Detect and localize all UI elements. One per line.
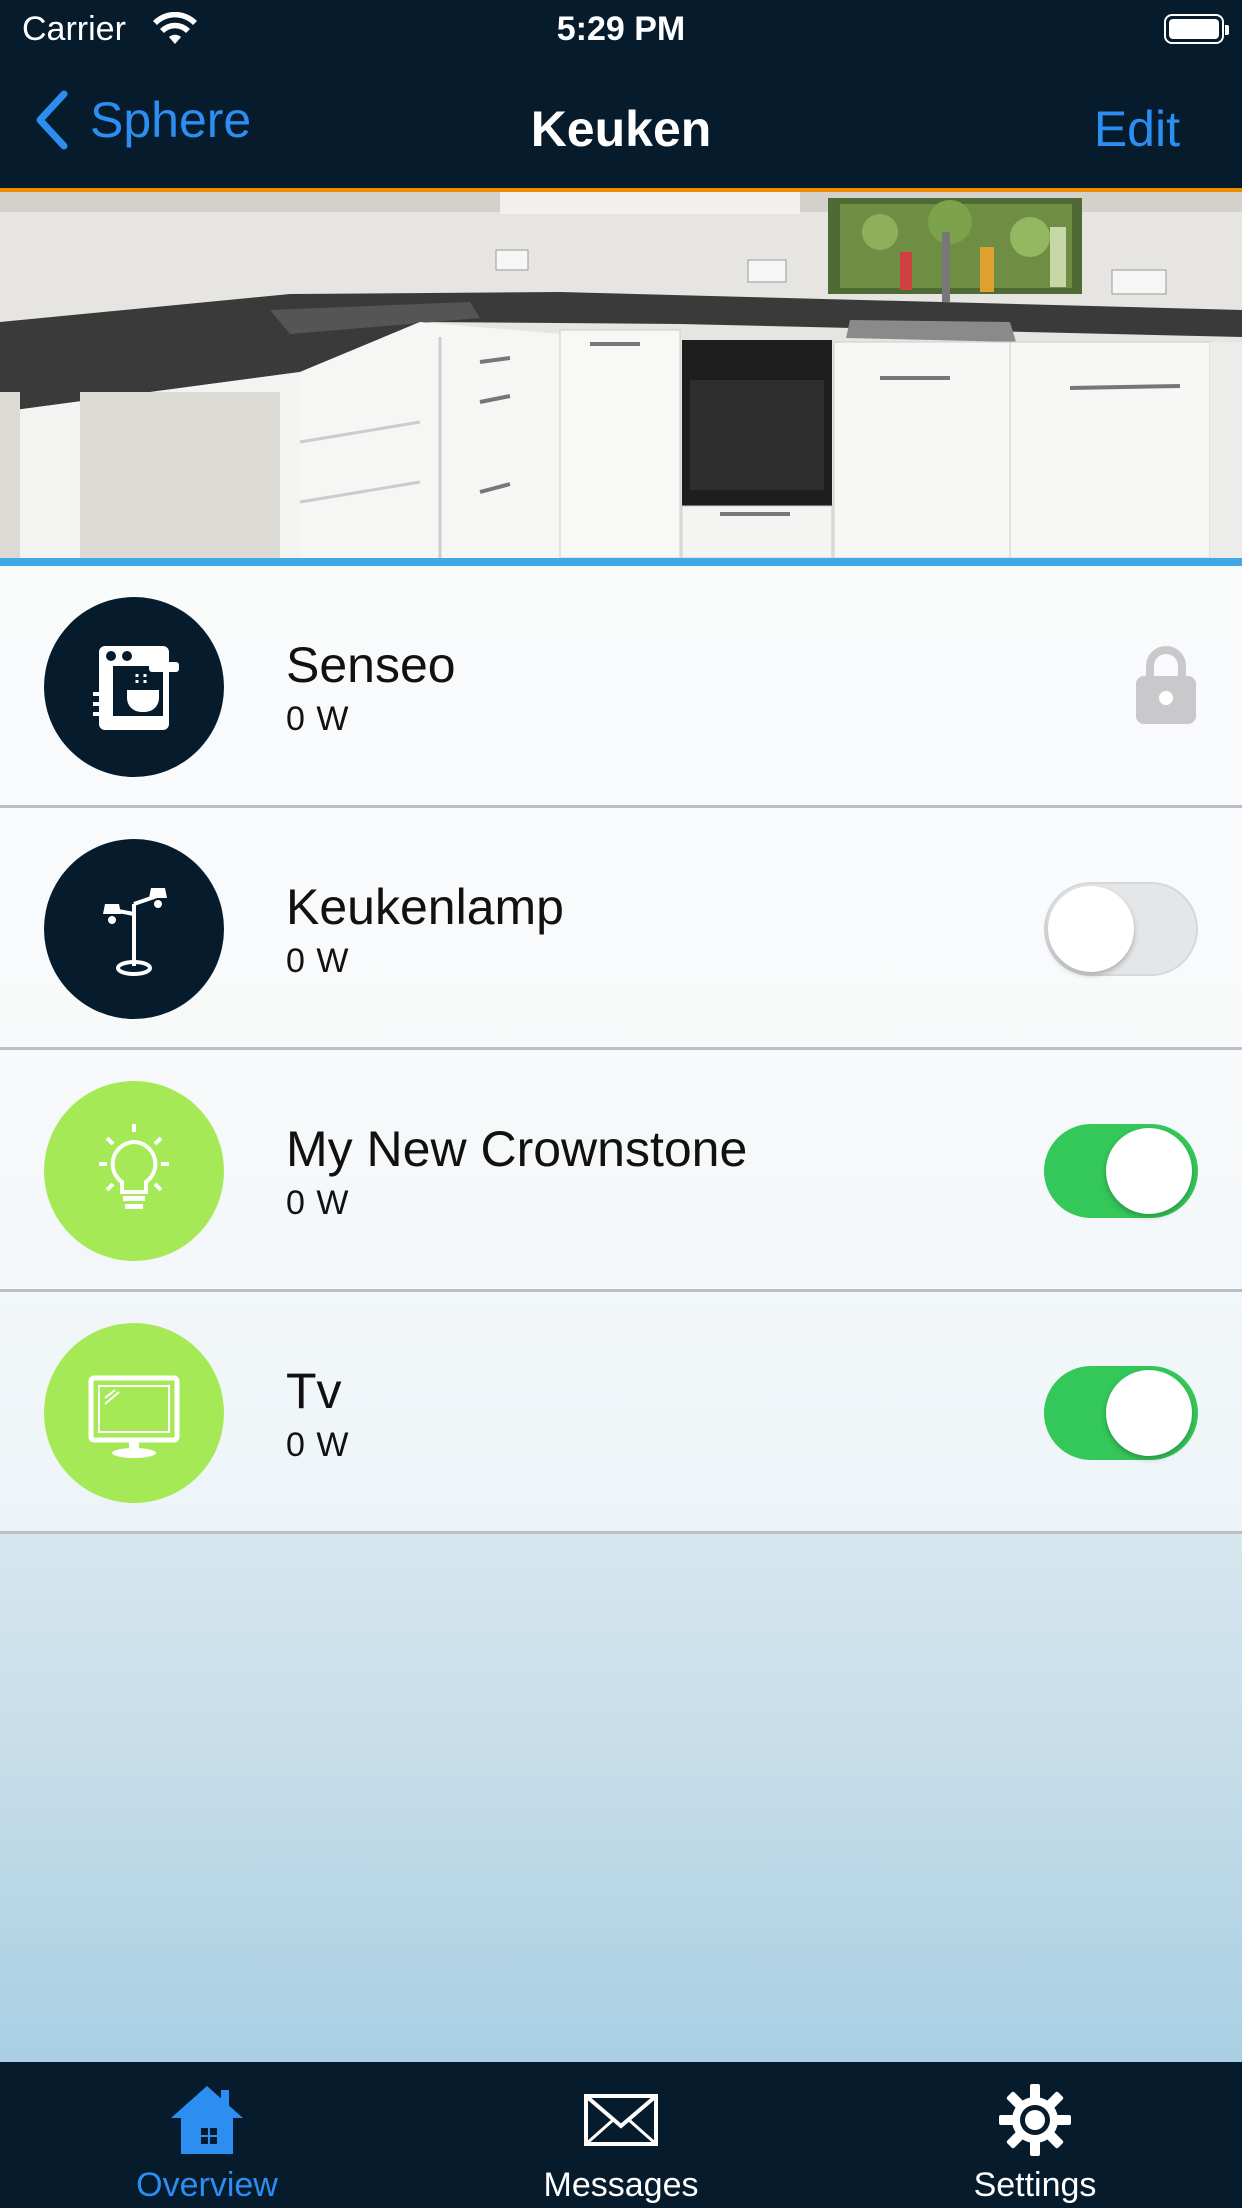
device-name: My New Crownstone (286, 1121, 748, 1177)
tab-overview[interactable]: Overview (0, 2062, 414, 2208)
status-bar: Carrier 5:29 PM (0, 0, 1242, 60)
device-power: 0 W (286, 700, 350, 738)
device-power: 0 W (286, 942, 350, 980)
list-item[interactable]: My New Crownstone 0 W (0, 1050, 1242, 1292)
switch-knob (1106, 1128, 1192, 1214)
device-switch[interactable] (1044, 1366, 1198, 1460)
device-list: Senseo 0 W Keukenlamp 0 W My New Crownst… (0, 566, 1242, 2062)
floor-lamp-icon (44, 839, 224, 1019)
room-picture (0, 192, 1242, 558)
device-power: 0 W (286, 1184, 350, 1222)
device-switch[interactable] (1044, 882, 1198, 976)
envelope-icon (584, 2094, 658, 2146)
list-item[interactable]: Keukenlamp 0 W (0, 808, 1242, 1050)
clock: 5:29 PM (556, 10, 686, 48)
tab-bar: Overview Messages Settings (0, 2062, 1242, 2208)
page-title: Keuken (530, 101, 712, 157)
light-bulb-icon (44, 1081, 224, 1261)
device-switch[interactable] (1044, 1124, 1198, 1218)
navigation-bar: Sphere Keuken Edit (0, 60, 1242, 192)
picture-divider (0, 558, 1242, 566)
coffee-machine-icon (44, 597, 224, 777)
tab-label: Messages (543, 2166, 699, 2204)
tab-label: Overview (136, 2166, 278, 2204)
device-name: Tv (286, 1363, 342, 1419)
gear-icon (999, 2084, 1071, 2156)
switch-knob (1106, 1370, 1192, 1456)
home-icon (171, 2086, 243, 2154)
switch-knob (1048, 886, 1134, 972)
device-name: Senseo (286, 637, 456, 693)
battery-icon (1164, 14, 1229, 44)
list-item[interactable]: Senseo 0 W (0, 566, 1242, 808)
device-power: 0 W (286, 1426, 350, 1464)
edit-button[interactable]: Edit (1094, 100, 1180, 158)
tab-settings[interactable]: Settings (828, 2062, 1242, 2208)
lock-icon[interactable] (1134, 642, 1198, 726)
tab-label: Settings (973, 2166, 1097, 2204)
list-item[interactable]: Tv 0 W (0, 1292, 1242, 1534)
device-name: Keukenlamp (286, 879, 564, 935)
tab-messages[interactable]: Messages (414, 2062, 828, 2208)
tv-icon (44, 1323, 224, 1503)
